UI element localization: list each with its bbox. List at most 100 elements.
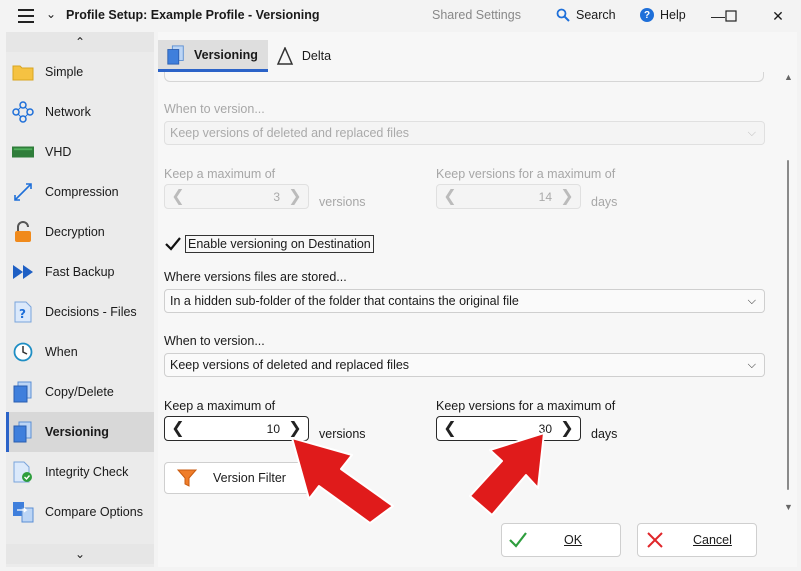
sidebar-scroll-down-button[interactable]: ⌄: [6, 544, 154, 564]
max-versions-stepper[interactable]: ❮ 10 ❯: [164, 416, 309, 441]
filter-funnel-icon: [177, 469, 197, 487]
compare-icon: [12, 501, 34, 523]
increment-chevron-right-icon[interactable]: ❯: [286, 419, 304, 438]
close-window-button[interactable]: ✕: [764, 6, 792, 26]
when-to-version-select-disabled: Keep versions of deleted and replaced fi…: [164, 121, 765, 145]
max-versions-label: Keep a maximum of: [164, 399, 276, 413]
chevron-left-icon: ❮: [171, 188, 185, 205]
tab-label: Versioning: [194, 47, 258, 62]
when-to-version-label-disabled: When to version...: [164, 102, 265, 116]
main-panel: Versioning Delta When to version... Keep…: [158, 32, 797, 567]
stepper-value: 14: [538, 190, 552, 204]
sidebar-item-simple[interactable]: Simple: [6, 52, 154, 92]
sidebar-item-label: Simple: [45, 65, 84, 79]
help-label: Help: [660, 8, 686, 22]
max-days-label-disabled: Keep versions for a maximum of: [436, 167, 616, 181]
sidebar-item-versioning[interactable]: Versioning: [6, 412, 154, 452]
days-unit: days: [591, 427, 618, 441]
network-icon: [12, 101, 34, 123]
search-button[interactable]: Search: [556, 8, 616, 22]
sidebar-item-label: Fast Backup: [45, 265, 115, 279]
stepper-value: 3: [273, 190, 280, 204]
sidebar-item-label: Copy/Delete: [45, 385, 114, 399]
sidebar-item-label: Versioning: [45, 425, 109, 439]
chevron-down-icon[interactable]: ⌄: [46, 7, 56, 21]
sidebar-item-decryption[interactable]: Decryption: [6, 212, 154, 252]
sidebar-item-compression[interactable]: Compression: [6, 172, 154, 212]
sidebar-item-label: Network: [45, 105, 91, 119]
days-unit-disabled: days: [591, 195, 618, 209]
versioning-icon: [167, 44, 184, 65]
sidebar-item-fast-backup[interactable]: Fast Backup: [6, 252, 154, 292]
versions-unit-disabled: versions: [319, 195, 366, 209]
max-days-stepper[interactable]: ❮ 30 ❯: [436, 416, 581, 441]
chevron-down-icon: ⌵: [747, 295, 756, 307]
scroll-up-arrow-icon[interactable]: ▲: [784, 72, 793, 82]
compression-icon: [12, 181, 34, 203]
decrement-chevron-left-icon[interactable]: ❮: [169, 419, 187, 438]
folder-icon: [12, 61, 34, 83]
sidebar-item-integrity-check[interactable]: Integrity Check: [6, 452, 154, 492]
sidebar-item-label: Integrity Check: [45, 465, 129, 479]
chevron-down-icon: ⌄: [74, 547, 86, 561]
sidebar-item-label: Decryption: [45, 225, 105, 239]
question-file-icon: ?: [12, 301, 34, 323]
select-value: In a hidden sub-folder of the folder tha…: [170, 294, 519, 308]
tab-versioning[interactable]: Versioning: [158, 40, 268, 72]
chevron-right-icon: ❯: [288, 188, 302, 205]
sidebar: ⌃ Simple Network VHD Compression Decrypt…: [6, 32, 154, 567]
chevron-left-icon: ❮: [443, 188, 457, 205]
ok-label: OK: [564, 533, 583, 547]
vhd-icon: [12, 141, 34, 163]
version-filter-label: Version Filter: [213, 471, 286, 485]
scrollbar-thumb[interactable]: [787, 160, 789, 490]
checkmark-icon: [165, 237, 181, 251]
cancel-button[interactable]: Cancel: [637, 523, 757, 557]
copy-icon: [12, 381, 34, 403]
sidebar-item-copy-delete[interactable]: Copy/Delete: [6, 372, 154, 412]
versions-unit: versions: [319, 427, 366, 441]
max-versions-stepper-disabled: ❮ 3 ❯: [164, 184, 309, 209]
tab-delta[interactable]: Delta: [268, 40, 341, 72]
chevron-down-icon: ⌵: [747, 127, 756, 139]
decrement-chevron-left-icon[interactable]: ❮: [441, 419, 459, 438]
select-value: Keep versions of deleted and replaced fi…: [170, 126, 410, 140]
stepper-value[interactable]: 10: [267, 422, 280, 436]
delta-icon: [276, 47, 294, 65]
stepper-value[interactable]: 30: [539, 422, 552, 436]
shared-settings-link[interactable]: Shared Settings: [432, 8, 521, 22]
sidebar-item-vhd[interactable]: VHD: [6, 132, 154, 172]
help-button[interactable]: ? Help: [640, 8, 686, 22]
enable-versioning-destination-label[interactable]: Enable versioning on Destination: [185, 235, 374, 253]
when-to-version-select[interactable]: Keep versions of deleted and replaced fi…: [164, 353, 765, 377]
search-icon: [556, 8, 570, 22]
sidebar-item-compare-options[interactable]: Compare Options: [6, 492, 154, 532]
ok-button[interactable]: OK: [501, 523, 621, 557]
sidebar-item-label: Compression: [45, 185, 119, 199]
hamburger-menu-icon[interactable]: [18, 9, 34, 23]
when-to-version-label: When to version...: [164, 334, 265, 348]
max-days-label: Keep versions for a maximum of: [436, 399, 616, 413]
fast-forward-icon: [12, 261, 34, 283]
scroll-down-arrow-icon[interactable]: ▼: [784, 502, 793, 512]
max-versions-label-disabled: Keep a maximum of: [164, 167, 276, 181]
tab-bar: Versioning Delta: [158, 40, 341, 72]
clock-icon: [12, 341, 34, 363]
sidebar-scroll-up-button[interactable]: ⌃: [6, 32, 154, 52]
sidebar-item-network[interactable]: Network: [6, 92, 154, 132]
enable-versioning-destination-checkbox[interactable]: [164, 235, 182, 253]
sidebar-item-decisions-files[interactable]: ? Decisions - Files: [6, 292, 154, 332]
lock-icon: [12, 221, 34, 243]
chevron-down-icon: ⌵: [747, 359, 756, 371]
maximize-button[interactable]: [717, 6, 745, 26]
title-bar: ⌄ Profile Setup: Example Profile - Versi…: [0, 0, 801, 32]
cancel-label: Cancel: [693, 533, 732, 547]
sidebar-item-when[interactable]: When: [6, 332, 154, 372]
checkmark-icon: [509, 532, 527, 548]
increment-chevron-right-icon[interactable]: ❯: [558, 419, 576, 438]
version-filter-button[interactable]: Version Filter: [164, 462, 316, 494]
where-stored-select[interactable]: In a hidden sub-folder of the folder tha…: [164, 289, 765, 313]
help-icon: ?: [640, 8, 654, 22]
content-scrollbar[interactable]: ▲ ▼: [784, 72, 794, 512]
chevron-up-icon: ⌃: [74, 35, 86, 49]
